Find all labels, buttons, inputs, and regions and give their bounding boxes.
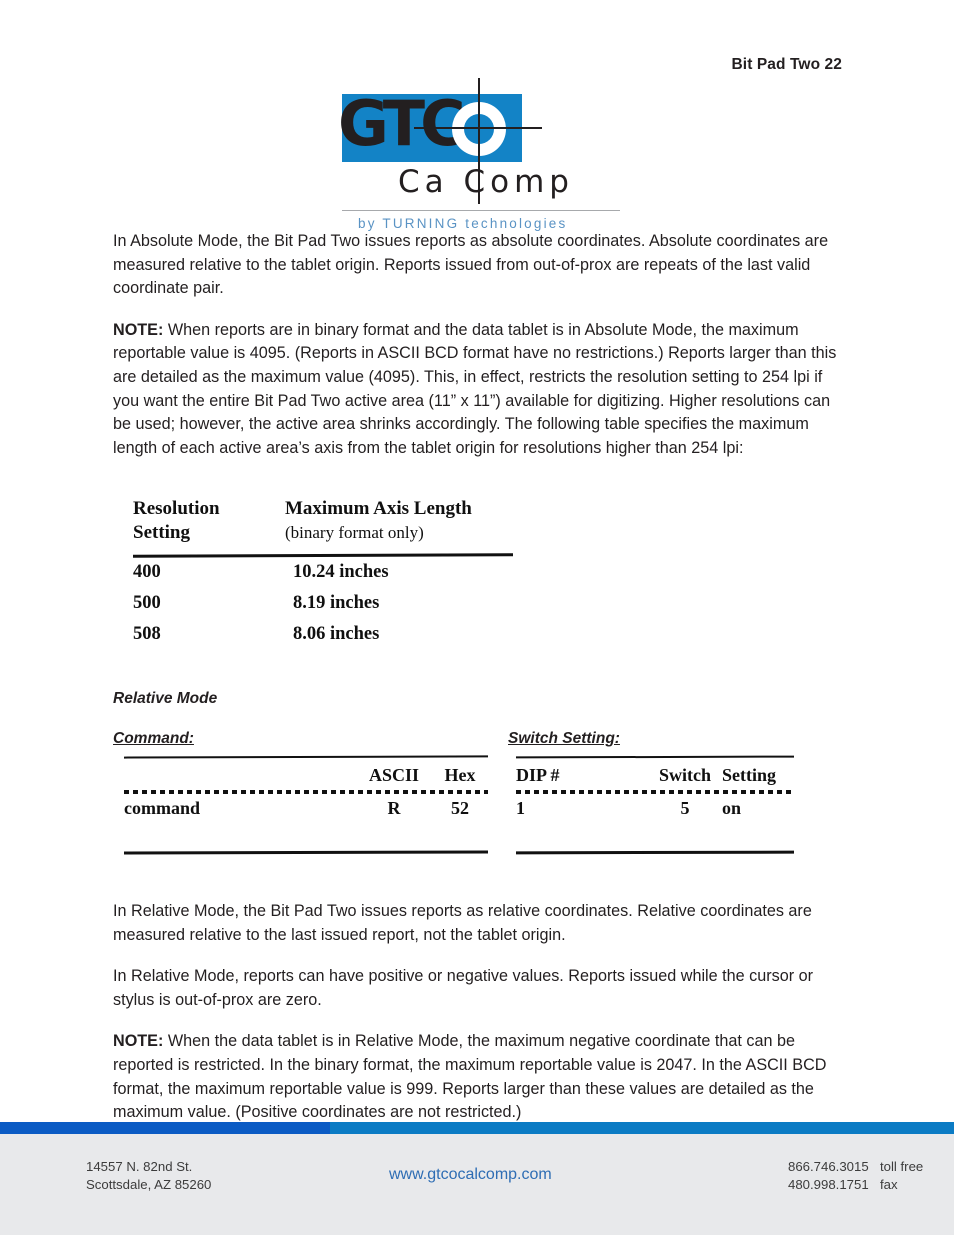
- table-row: 500 8.19 inches: [133, 593, 380, 613]
- footer-website-link[interactable]: www.gtcocalcomp.com: [389, 1166, 552, 1184]
- footer-phone-row: 480.998.1751 fax: [788, 1176, 950, 1194]
- command-header-ascii: ASCII: [368, 765, 420, 785]
- footer-tollfree-number: 866.746.3015: [788, 1159, 869, 1174]
- footer-contact-numbers: 866.746.3015 toll free 480.998.1751 fax: [788, 1158, 950, 1194]
- page-footer: 14557 N. 82nd St. Scottsdale, AZ 85260 w…: [0, 1134, 954, 1235]
- footer-address: 14557 N. 82nd St. Scottsdale, AZ 85260: [86, 1158, 211, 1194]
- resolution-header-length: Maximum Axis Length (binary format only): [285, 498, 472, 542]
- crosshair-horizontal-icon: [414, 127, 542, 129]
- page-header-label: Bit Pad Two 22: [731, 56, 842, 73]
- tagline-brand: TURNING: [382, 216, 460, 231]
- note-lead: NOTE:: [113, 320, 164, 339]
- footer-color-bar: [0, 1122, 954, 1134]
- paragraph-absolute-mode: In Absolute Mode, the Bit Pad Two issues…: [113, 232, 829, 298]
- command-table-header: ASCII Hex: [124, 758, 488, 788]
- footer-phone-row: 866.746.3015 toll free: [788, 1158, 950, 1176]
- table-row: 1 5 on: [516, 798, 742, 818]
- switch-table-dashed-rule: [516, 790, 794, 794]
- table-row: 400 10.24 inches: [133, 562, 389, 582]
- footer-tollfree-label: toll free: [880, 1159, 924, 1174]
- logo-divider: [342, 210, 620, 211]
- footer-address-line-2: Scottsdale, AZ 85260: [86, 1177, 212, 1192]
- paragraph-relative-values: In Relative Mode, reports can have posit…: [113, 967, 814, 1009]
- switch-header-switch: Switch: [658, 765, 711, 785]
- logo-wordmark: GTC: [338, 87, 466, 160]
- footer-bar-dark-segment: [0, 1122, 330, 1134]
- note-text: When reports are in binary format and th…: [113, 320, 837, 457]
- footer-bar-light-segment: [330, 1122, 954, 1134]
- tagline-suffix: technologies: [465, 216, 568, 231]
- resolution-header-setting: Resolution Setting: [133, 498, 220, 543]
- brand-logo: GTC Ca Comp by TURNING technologies: [0, 78, 954, 236]
- heading-switch-setting: Switch Setting:: [508, 730, 620, 747]
- footer-address-line-1: 14557 N. 82nd St.: [86, 1159, 193, 1174]
- switch-table-bottom-rule: [515, 850, 795, 855]
- document-body-upper: In Absolute Mode, the Bit Pad Two issues…: [113, 230, 843, 478]
- document-body-lower: In Relative Mode, the Bit Pad Two issues…: [113, 900, 843, 1143]
- heading-relative-mode: Relative Mode: [113, 690, 218, 707]
- command-header-hex: Hex: [444, 765, 476, 785]
- logo-tagline: by TURNING technologies: [358, 216, 567, 231]
- paragraph-note-absolute: NOTE: When reports are in binary format …: [113, 319, 843, 461]
- switch-table-header: DIP # Switch Setting: [516, 758, 794, 788]
- command-table-dashed-rule: [124, 790, 488, 794]
- switch-header-setting: Setting: [722, 765, 776, 785]
- footer-fax-number: 480.998.1751: [788, 1177, 869, 1192]
- heading-command: Command:: [113, 730, 194, 747]
- note-text: When the data tablet is in Relative Mode…: [113, 1032, 827, 1122]
- note-lead: NOTE:: [113, 1032, 164, 1051]
- switch-setting-table: DIP # Switch Setting 1 5 on: [515, 755, 795, 855]
- table-row: command R 52: [124, 798, 469, 818]
- gtco-logo-mark: GTC: [336, 78, 542, 204]
- logo-subtitle: Ca Comp: [398, 164, 574, 200]
- paragraph-note-relative: NOTE: When the data tablet is in Relativ…: [113, 1030, 843, 1124]
- resolution-table: Resolution Setting Maximum Axis Length (…: [132, 497, 533, 650]
- tagline-prefix: by: [358, 216, 377, 231]
- footer-fax-label: fax: [880, 1177, 898, 1192]
- table-row: 508 8.06 inches: [133, 624, 380, 644]
- resolution-table-header: Resolution Setting Maximum Axis Length (…: [133, 497, 533, 545]
- paragraph-relative-mode: In Relative Mode, the Bit Pad Two issues…: [113, 902, 812, 944]
- command-table-bottom-rule: [123, 850, 489, 855]
- switch-header-dip: DIP #: [516, 765, 560, 785]
- command-table: ASCII Hex command R 52: [123, 755, 489, 855]
